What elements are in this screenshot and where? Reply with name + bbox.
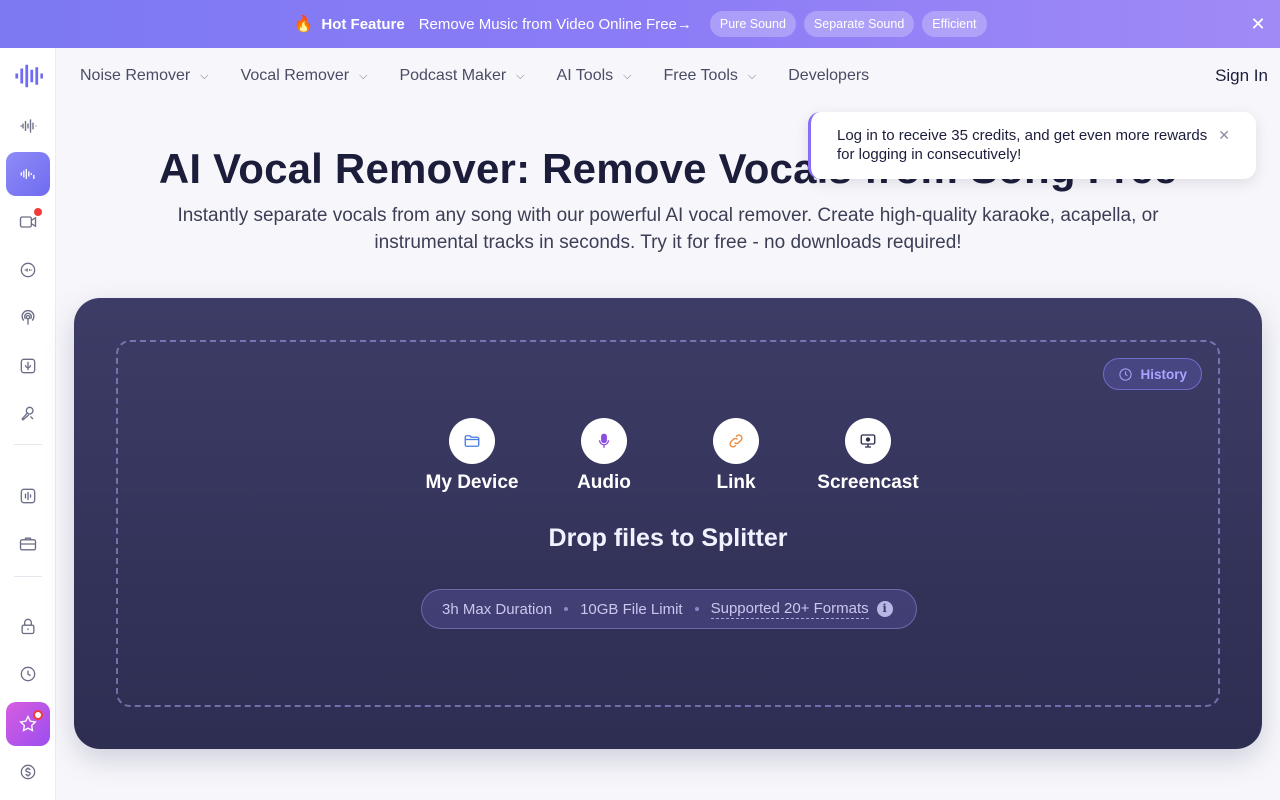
nav-item-noise-remover[interactable]: Noise Remover ⌵ bbox=[80, 67, 209, 85]
source-link[interactable]: Link bbox=[676, 418, 796, 494]
lock-icon[interactable] bbox=[6, 604, 50, 648]
clock-icon[interactable] bbox=[6, 652, 50, 696]
clock-icon bbox=[1119, 367, 1133, 381]
nav-item-ai-tools[interactable]: AI Tools ⌵ bbox=[557, 67, 632, 85]
nav-item-label: Vocal Remover bbox=[240, 67, 350, 84]
source-label: Audio bbox=[577, 472, 631, 493]
notification-dot bbox=[34, 208, 42, 216]
history-button[interactable]: History bbox=[1103, 358, 1202, 390]
chevron-down-icon: ⌵ bbox=[623, 69, 632, 82]
promo-link[interactable]: Remove Music from Video Online Free→ bbox=[419, 16, 692, 33]
upload-limits: 3h Max Duration 10GB File Limit Supporte… bbox=[421, 589, 917, 629]
history-label: History bbox=[1140, 366, 1187, 382]
nav-item-label: Free Tools bbox=[663, 67, 738, 84]
drop-zone[interactable]: History My Device Audio Link Screencast … bbox=[116, 340, 1220, 707]
drop-title: Drop files to Splitter bbox=[548, 524, 788, 552]
nav-item-label: Podcast Maker bbox=[399, 67, 507, 84]
promo-banner: 🔥 Hot Feature Remove Music from Video On… bbox=[0, 0, 1280, 48]
dollar-icon[interactable] bbox=[6, 750, 50, 794]
chevron-down-icon: ⌵ bbox=[747, 69, 757, 82]
toast-message: Log in to receive 35 credits, and get ev… bbox=[837, 127, 1208, 163]
nav-item-developers[interactable]: Developers bbox=[788, 67, 869, 85]
nav-item-vocal-remover[interactable]: Vocal Remover ⌵ bbox=[241, 67, 368, 85]
mic-icon[interactable] bbox=[6, 344, 50, 388]
source-screencast[interactable]: Screencast bbox=[808, 418, 928, 494]
page-subtitle: Instantly separate vocals from any song … bbox=[177, 205, 1159, 253]
fire-icon: 🔥 bbox=[293, 16, 314, 33]
top-nav: Noise Remover ⌵ Vocal Remover ⌵ Podcast … bbox=[56, 48, 1280, 104]
source-label: My Device bbox=[425, 472, 519, 493]
logo-waveform-icon[interactable] bbox=[6, 54, 50, 98]
source-label: Link bbox=[716, 472, 756, 493]
source-audio[interactable]: Audio bbox=[544, 418, 664, 494]
notification-dot bbox=[33, 710, 43, 720]
nav-item-label: AI Tools bbox=[556, 67, 614, 84]
audio-wave-icon[interactable] bbox=[6, 104, 50, 148]
promo-pill: Pure Sound bbox=[709, 11, 796, 37]
promo-pill: Separate Sound bbox=[803, 11, 915, 37]
nav-item-label: Noise Remover bbox=[80, 67, 191, 84]
sidebar-divider bbox=[14, 576, 42, 577]
login-toast: Log in to receive 35 credits, and get ev… bbox=[808, 112, 1256, 179]
nav-item-podcast-maker[interactable]: Podcast Maker ⌵ bbox=[399, 67, 524, 85]
limit-file-size: 10GB File Limit bbox=[580, 600, 683, 618]
chevron-down-icon: ⌵ bbox=[359, 69, 368, 82]
chevron-down-icon: ⌵ bbox=[200, 69, 209, 82]
voice-icon[interactable] bbox=[6, 392, 50, 436]
equalizer-icon[interactable] bbox=[6, 474, 50, 518]
star-icon[interactable] bbox=[6, 702, 50, 746]
separator-dot bbox=[564, 607, 569, 611]
upload-card: History My Device Audio Link Screencast … bbox=[74, 298, 1262, 749]
toolbox-icon[interactable] bbox=[6, 522, 50, 566]
sign-in-link[interactable]: Sign In bbox=[1215, 66, 1268, 86]
separator-dot bbox=[694, 607, 699, 611]
monitor-icon bbox=[845, 418, 891, 464]
info-icon[interactable]: i bbox=[876, 601, 893, 617]
mic-icon bbox=[581, 418, 627, 464]
chevron-down-icon: ⌵ bbox=[516, 69, 525, 82]
source-my-device[interactable]: My Device bbox=[412, 418, 532, 494]
close-toast-icon[interactable]: ✕ bbox=[1218, 126, 1230, 145]
sidebar-divider bbox=[14, 444, 42, 445]
podcast-icon[interactable] bbox=[6, 296, 50, 340]
nav-item-free-tools[interactable]: Free Tools ⌵ bbox=[663, 67, 756, 85]
link-icon bbox=[713, 418, 759, 464]
limit-duration: 3h Max Duration bbox=[442, 600, 553, 618]
supported-formats-link[interactable]: Supported 20+ Formats bbox=[710, 600, 869, 619]
close-banner-icon[interactable]: ✕ bbox=[1248, 14, 1268, 34]
speed-icon[interactable] bbox=[6, 248, 50, 292]
promo-pill: Efficient bbox=[922, 11, 987, 37]
video-icon[interactable] bbox=[6, 200, 50, 244]
source-label: Screencast bbox=[817, 472, 919, 493]
nav-item-label: Developers bbox=[788, 67, 870, 84]
hot-feature-label: Hot Feature bbox=[321, 15, 405, 33]
folder-icon bbox=[449, 418, 495, 464]
